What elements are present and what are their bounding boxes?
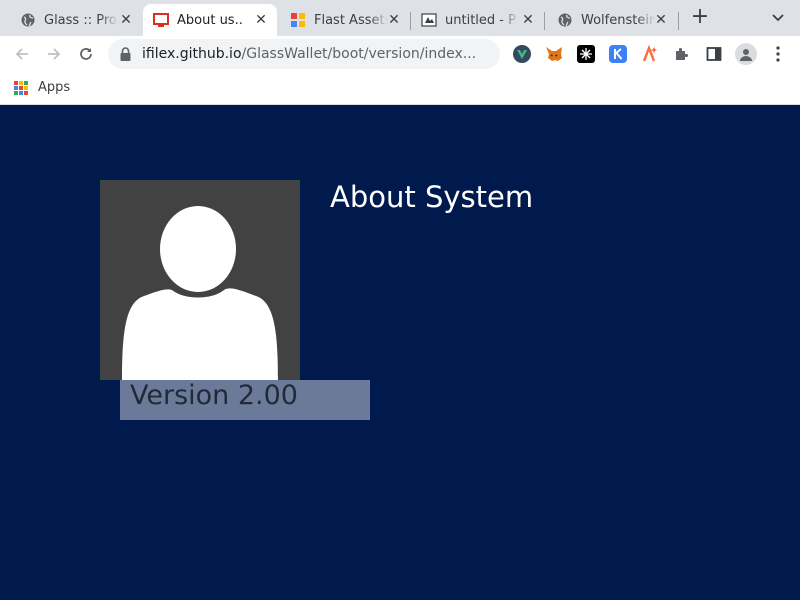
tab-search-chevron-icon[interactable] <box>766 6 790 30</box>
side-panel-icon[interactable] <box>704 44 724 64</box>
page-title: About System <box>330 180 534 214</box>
close-tab-icon[interactable]: ✕ <box>653 12 669 28</box>
tab-strip: Glass :: Pro ✕ About us.. ✕ Flast Assets… <box>0 0 800 36</box>
tab-untitled[interactable]: untitled - P ✕ <box>411 4 544 36</box>
tab-flast-assets[interactable]: Flast Assets ✕ <box>278 4 410 36</box>
address-bar[interactable]: ifilex.github.io/GlassWallet/boot/versio… <box>108 39 500 69</box>
tab-title: Flast Assets <box>314 12 388 28</box>
tab-about[interactable]: About us.. ✕ <box>143 4 277 36</box>
kebab-menu-icon[interactable] <box>768 44 788 64</box>
back-arrow-icon[interactable] <box>10 42 34 66</box>
close-tab-icon[interactable]: ✕ <box>386 12 402 28</box>
close-tab-icon[interactable]: ✕ <box>118 12 134 28</box>
globe-icon <box>557 12 573 28</box>
monitor-icon <box>153 12 169 28</box>
colorful-squares-icon <box>290 12 306 28</box>
apps-grid-icon <box>14 80 28 95</box>
tab-title: Glass :: Pro <box>44 12 117 28</box>
tab-title: Wolfenstein <box>581 12 655 28</box>
k-extension-icon[interactable] <box>608 44 628 64</box>
tab-separator <box>678 12 679 30</box>
tab-title: untitled - P <box>445 12 516 28</box>
tab-wolfenstein[interactable]: Wolfenstein ✕ <box>545 4 677 36</box>
apps-shortcut[interactable]: Apps <box>14 80 70 95</box>
new-tab-button[interactable]: + <box>688 6 712 30</box>
lock-icon[interactable] <box>120 47 132 61</box>
paint-icon <box>421 12 437 28</box>
url-text: ifilex.github.io/GlassWallet/boot/versio… <box>142 46 488 62</box>
browser-toolbar: ifilex.github.io/GlassWallet/boot/versio… <box>0 36 800 72</box>
close-tab-icon[interactable]: ✕ <box>520 12 536 28</box>
url-path: /GlassWallet/boot/version/index... <box>241 46 477 62</box>
bookmarks-bar: Apps <box>0 72 800 105</box>
page-content: About System Version 2.00 <box>0 106 800 600</box>
tab-glass[interactable]: Glass :: Pro ✕ <box>0 4 142 36</box>
user-silhouette-icon <box>100 180 300 380</box>
version-label: Version 2.00 <box>120 380 370 420</box>
profile-icon[interactable] <box>735 43 757 65</box>
apps-label: Apps <box>38 80 71 95</box>
dark-extension-icon[interactable] <box>576 44 596 64</box>
forward-arrow-icon[interactable] <box>42 42 66 66</box>
tab-title: About us.. <box>177 12 243 28</box>
globe-icon <box>20 12 36 28</box>
sparkle-extension-icon[interactable] <box>640 44 660 64</box>
url-host: ifilex.github.io <box>142 46 242 62</box>
vue-devtools-icon[interactable] <box>512 44 532 64</box>
metamask-icon[interactable] <box>544 44 564 64</box>
reload-icon[interactable] <box>74 42 98 66</box>
puzzle-icon[interactable] <box>672 44 692 64</box>
close-tab-icon[interactable]: ✕ <box>253 12 269 28</box>
